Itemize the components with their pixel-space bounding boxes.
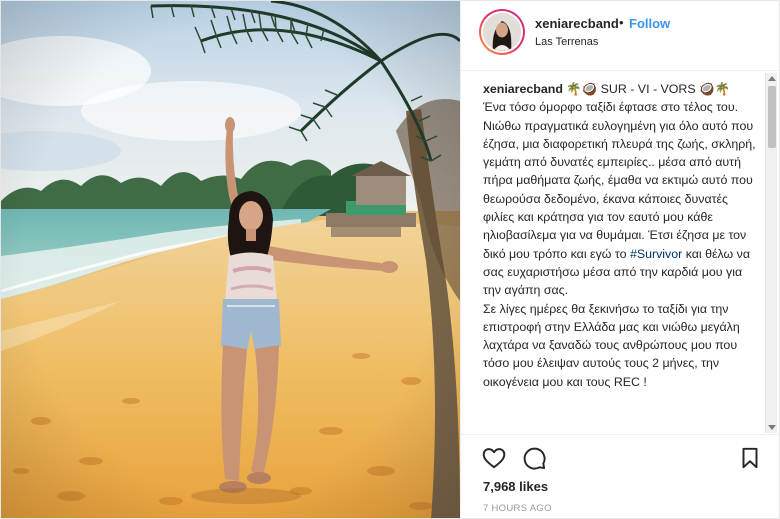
follow-button[interactable]: Follow [629, 16, 670, 31]
caption-username[interactable]: xeniarecband [483, 82, 563, 96]
heart-icon[interactable] [481, 445, 507, 471]
post-timestamp[interactable]: 7 HOURS AGO [483, 503, 552, 514]
caption-text-part-2: και θέλω να σας ευχαριστήσω μέσα από την… [483, 246, 751, 389]
post-actions: 7,968 likes 7 HOURS AGO [461, 434, 779, 518]
hashtag-link[interactable]: #Survivor [630, 247, 682, 261]
scrollbar-thumb[interactable] [768, 86, 776, 148]
instagram-post: xeniarecband • Follow Las Terrenas xenia… [0, 0, 780, 519]
avatar[interactable] [479, 9, 525, 55]
caption-scroll-area[interactable]: xeniarecband 🌴🥥 SUR - VI - VORS 🥥🌴 Ένα τ… [461, 72, 779, 434]
post-photo[interactable] [1, 1, 460, 518]
post-author-username[interactable]: xeniarecband [535, 16, 619, 31]
post-caption: xeniarecband 🌴🥥 SUR - VI - VORS 🥥🌴 Ένα τ… [483, 80, 761, 391]
location-link[interactable]: Las Terrenas [535, 36, 598, 48]
separator-dot: • [619, 15, 624, 30]
scroll-down-arrow-icon[interactable] [768, 425, 776, 430]
post-panel: xeniarecband • Follow Las Terrenas xenia… [460, 1, 779, 518]
post-header: xeniarecband • Follow Las Terrenas [461, 1, 779, 71]
caption-text-part-1: Ένα τόσο όμορφο ταξίδι έφτασε στο τέλος … [483, 100, 756, 261]
caption-headline: 🌴🥥 SUR - VI - VORS 🥥🌴 [562, 82, 730, 96]
likes-count[interactable]: 7,968 likes [483, 479, 548, 494]
bookmark-icon[interactable] [737, 445, 763, 471]
caption-scrollbar[interactable] [765, 73, 777, 433]
scroll-up-arrow-icon[interactable] [768, 76, 776, 81]
comment-icon[interactable] [521, 445, 547, 471]
